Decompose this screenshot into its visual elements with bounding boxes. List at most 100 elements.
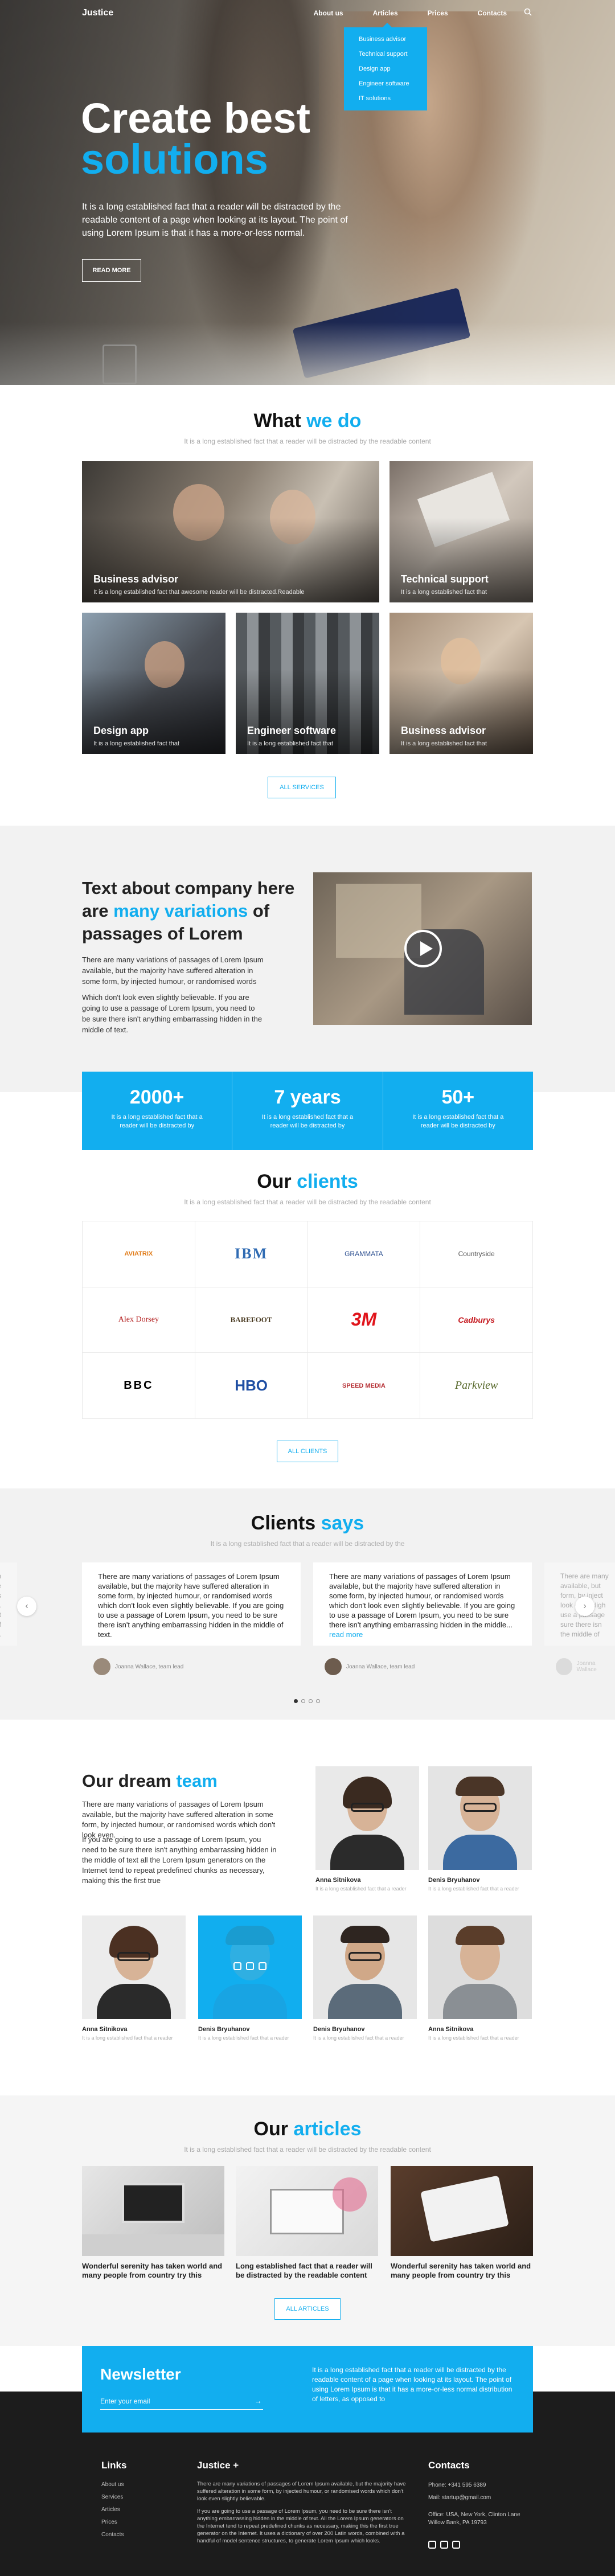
all-articles-button[interactable]: ALL ARTICLES xyxy=(274,2298,341,2320)
article-title[interactable]: Wonderful serenity has taken world and m… xyxy=(391,2262,533,2280)
carousel-dot[interactable] xyxy=(294,1699,298,1703)
testimonials-title: Clients says xyxy=(251,1512,364,1534)
service-tile-text: It is a long established fact that xyxy=(401,740,487,747)
article-card[interactable]: Wonderful serenity has taken world and m… xyxy=(82,2166,224,2280)
carousel-next-icon[interactable]: › xyxy=(575,1597,594,1616)
avatar xyxy=(93,1658,110,1675)
client-logo[interactable]: 3M xyxy=(308,1287,421,1353)
testimonial-card: Lorem Ipsum ration in some sed words y b… xyxy=(0,1562,17,1646)
client-logo[interactable]: BBC xyxy=(83,1353,195,1419)
carousel-prev-icon[interactable]: ‹ xyxy=(17,1597,36,1616)
newsletter-box: Newsletter Enter your email It is a long… xyxy=(82,2346,533,2433)
article-title[interactable]: Wonderful serenity has taken world and m… xyxy=(82,2262,224,2280)
all-services-button[interactable]: ALL SERVICES xyxy=(268,777,336,798)
testimonials-subtitle: It is a long established fact that a rea… xyxy=(210,1540,405,1548)
newsletter-email-input[interactable]: Enter your email xyxy=(100,2395,263,2410)
nav-about-us[interactable]: About us xyxy=(314,9,343,17)
footer-link[interactable]: Prices xyxy=(101,2519,117,2525)
service-tile-text: It is a long established fact that xyxy=(247,740,334,747)
footer-link[interactable]: Services xyxy=(101,2494,123,2500)
footer-office: Office: USA, New York, Clinton Lane Will… xyxy=(428,2512,520,2526)
client-logo[interactable]: BAREFOOT xyxy=(195,1287,308,1353)
articles-subtitle: It is a long established fact that a rea… xyxy=(184,2146,431,2153)
logo[interactable]: Justice xyxy=(82,8,113,18)
team-member[interactable]: Denis Bryuhanov It is a long established … xyxy=(428,1766,532,1892)
about-section: Text about company here are many variati… xyxy=(0,826,615,1092)
read-more-link[interactable]: read more xyxy=(329,1630,363,1639)
client-logo[interactable]: Countryside xyxy=(420,1221,533,1287)
service-tile-title: Technical support xyxy=(401,573,489,585)
top-nav: Justice About us Articles Prices Contact… xyxy=(0,0,615,27)
service-tile[interactable]: Engineer software It is a long establish… xyxy=(236,613,379,754)
team-member[interactable]: Denis Bryuhanov It is a long established … xyxy=(198,1915,302,2041)
carousel-dots xyxy=(294,1699,320,1703)
service-tile-title: Business advisor xyxy=(401,725,486,736)
team-section: Our dream team There are many variations… xyxy=(0,1720,615,2095)
service-tile-text: It is a long established fact that aweso… xyxy=(93,589,305,596)
service-tile[interactable]: Business advisor It is a long establishe… xyxy=(390,613,533,754)
team-member[interactable]: Anna Sitnikova It is a long established f… xyxy=(428,1915,532,2041)
service-tile[interactable]: Technical support It is a long establish… xyxy=(390,461,533,602)
article-card[interactable]: Long established fact that a reader will… xyxy=(236,2166,378,2280)
about-video[interactable] xyxy=(313,872,532,1025)
team-title: Our dream team xyxy=(82,1771,218,1791)
testimonial-card: There are many variations of passages of… xyxy=(313,1562,532,1646)
footer-text: If you are going to use a passage of Lor… xyxy=(197,2508,405,2544)
client-logo[interactable]: Cadburys xyxy=(420,1287,533,1353)
dropdown-item[interactable]: Engineer software xyxy=(344,76,427,91)
carousel-dot[interactable] xyxy=(301,1699,305,1703)
twitter-icon[interactable] xyxy=(452,2541,460,2549)
read-more-button[interactable]: READ MORE xyxy=(82,259,141,282)
dropdown-item[interactable]: Technical support xyxy=(344,47,427,61)
team-member[interactable]: Anna Sitnikova It is a long established f… xyxy=(82,1915,186,2041)
team-member[interactable]: Anna Sitnikova It is a long established f… xyxy=(315,1766,419,1892)
stat-item: 7 years It is a long established fact tha… xyxy=(232,1072,383,1150)
twitter-icon[interactable] xyxy=(259,1962,266,1970)
team-paragraph: If you are going to use a passage of Lor… xyxy=(82,1835,277,1885)
services-title: What we do xyxy=(253,410,362,432)
clients-title: Our clients xyxy=(257,1171,358,1192)
footer-link[interactable]: Contacts xyxy=(101,2532,124,2538)
carousel-dot[interactable] xyxy=(309,1699,313,1703)
clients-section: Our clients It is a long established fac… xyxy=(0,1150,615,1488)
all-clients-button[interactable]: ALL CLIENTS xyxy=(277,1441,338,1462)
service-tile-text: It is a long established fact that xyxy=(93,740,180,747)
client-logo[interactable]: Parkview xyxy=(420,1353,533,1419)
nav-articles[interactable]: Articles xyxy=(373,9,398,17)
nav-prices[interactable]: Prices xyxy=(428,9,448,17)
client-logo[interactable]: HBO xyxy=(195,1353,308,1419)
service-tile-title: Business advisor xyxy=(93,573,179,585)
service-tile[interactable]: Business advisor It is a long establishe… xyxy=(82,461,379,602)
client-logo[interactable]: SPEED MEDIA xyxy=(308,1353,421,1419)
client-logo-grid: AVIATRIX IBM GRAMMATA Countryside Alex D… xyxy=(82,1221,533,1419)
client-logo[interactable]: AVIATRIX xyxy=(83,1221,195,1287)
footer-link[interactable]: Articles xyxy=(101,2507,120,2513)
dropdown-item[interactable]: Business advisor xyxy=(344,32,427,47)
about-title: Text about company here are many variati… xyxy=(82,878,295,944)
avatar xyxy=(556,1658,572,1675)
play-icon[interactable] xyxy=(404,930,442,967)
service-tile-title: Design app xyxy=(93,725,149,736)
search-icon[interactable] xyxy=(524,8,532,16)
article-title[interactable]: Long established fact that a reader will… xyxy=(236,2262,378,2280)
instagram-icon[interactable] xyxy=(233,1962,241,1970)
team-member[interactable]: Denis Bryuhanov It is a long established … xyxy=(313,1915,417,2041)
about-paragraph: There are many variations of passages of… xyxy=(82,955,264,986)
articles-title: Our articles xyxy=(253,2118,362,2140)
testimonials-section: Clients says It is a long established fa… xyxy=(0,1488,615,1720)
footer-link[interactable]: About us xyxy=(101,2481,124,2488)
carousel-dot[interactable] xyxy=(316,1699,320,1703)
facebook-icon[interactable] xyxy=(440,2541,448,2549)
nav-contacts[interactable]: Contacts xyxy=(478,9,507,17)
service-tile[interactable]: Design app It is a long established fact… xyxy=(82,613,226,754)
article-card[interactable]: Wonderful serenity has taken world and m… xyxy=(391,2166,533,2280)
services-section: What we do It is a long established fact… xyxy=(0,385,615,826)
client-logo[interactable]: Alex Dorsey xyxy=(83,1287,195,1353)
client-logo[interactable]: IBM xyxy=(195,1221,308,1287)
dropdown-item[interactable]: IT solutions xyxy=(344,91,427,106)
facebook-icon[interactable] xyxy=(246,1962,254,1970)
dropdown-item[interactable]: Design app xyxy=(344,61,427,76)
client-logo[interactable]: GRAMMATA xyxy=(308,1221,421,1287)
footer-mail[interactable]: Mail: startup@gmail.com xyxy=(428,2494,491,2502)
instagram-icon[interactable] xyxy=(428,2541,436,2549)
